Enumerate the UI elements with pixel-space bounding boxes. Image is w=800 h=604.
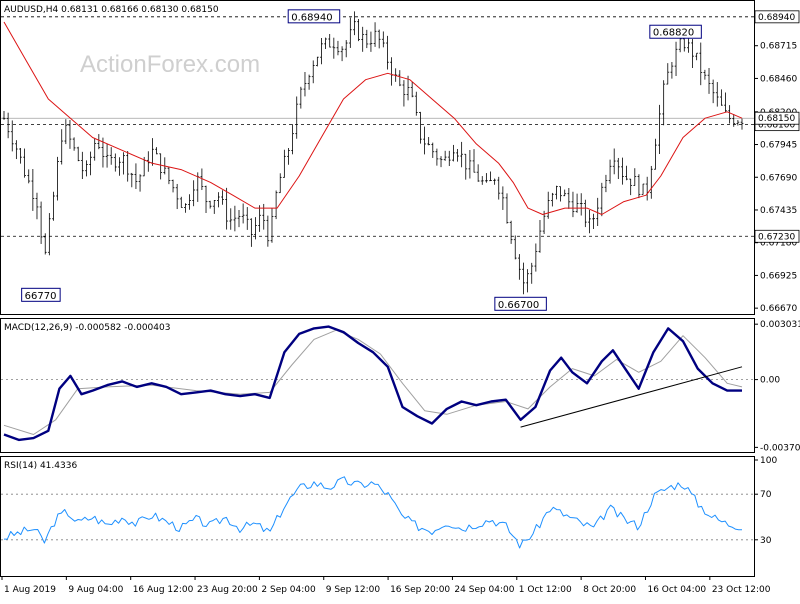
macd-pane-title: MACD(12,26,9) -0.000582 -0.000403 <box>4 323 170 333</box>
level-label: 0.68940 <box>758 13 795 23</box>
x-tick-label: 9 Aug 04:00 <box>68 585 123 595</box>
macd-tick-label: 0.00 <box>760 376 780 386</box>
x-tick-label: 23 Aug 20:00 <box>197 585 258 595</box>
price-pane-frame <box>0 0 755 315</box>
price-tick-label: 0.68715 <box>760 42 797 52</box>
price-tick-label: 0.67690 <box>760 173 797 183</box>
current-price-label: 0.68150 <box>758 114 795 124</box>
macd-tick-label: -0.003706 <box>760 443 800 453</box>
rsi-y-axis: 100 70 30 <box>754 456 777 546</box>
macd-lines <box>1 325 754 442</box>
price-tick-label: 0.67945 <box>760 141 797 151</box>
x-tick-label: 24 Sep 04:00 <box>454 585 514 595</box>
price-levels <box>1 16 754 237</box>
rsi-tick-label: 30 <box>760 536 772 546</box>
price-y-axis: 0.689400.687150.684600.682000.679450.676… <box>754 10 800 314</box>
chart-canvas: ActionForex.com 0.68940 0.68715 0.68460 0.6… <box>0 0 800 595</box>
macd-y-axis: 0.003031 0.00 -0.003706 <box>754 320 800 453</box>
price-tick-label: 0.66670 <box>760 304 797 314</box>
x-tick-label: 16 Oct 04:00 <box>647 585 706 595</box>
x-tick-label: 2 Sep 04:00 <box>261 585 316 595</box>
macd-main-line <box>3 325 742 442</box>
rsi-tick-label: 70 <box>760 490 772 500</box>
callout-label: 0.68940 <box>291 12 332 23</box>
rsi-line <box>4 476 742 549</box>
x-tick-label: 23 Oct 12:00 <box>712 585 771 595</box>
x-axis: 1 Aug 2019 9 Aug 04:00 16 Aug 12:00 23 Aug … <box>1 576 771 595</box>
x-tick-label: 8 Oct 20:00 <box>583 585 636 595</box>
price-tick-label: 0.68460 <box>760 74 797 84</box>
macd-pane-frame <box>0 318 755 453</box>
x-tick-label: 16 Sep 20:00 <box>390 585 450 595</box>
callout-label: 66770 <box>25 291 57 302</box>
rsi-lines <box>1 476 754 549</box>
forex-chart: ActionForex.com 0.68940 0.68715 0.68460 0.6… <box>0 0 800 600</box>
x-tick-label: 1 Aug 2019 <box>4 585 56 595</box>
macd-tick-label: 0.003031 <box>760 320 800 330</box>
callout-label: 0.68820 <box>653 28 694 39</box>
rsi-pane-frame <box>0 456 755 577</box>
level-label: 0.67230 <box>758 232 795 242</box>
price-pane-title: AUDUSD,H4 0.68131 0.68166 0.68130 0.6815… <box>4 5 219 15</box>
x-tick-label: 16 Aug 12:00 <box>133 585 194 595</box>
callout-label: 0.66700 <box>498 300 539 311</box>
price-tick-label: 0.67435 <box>760 206 797 216</box>
x-tick-label: 9 Sep 12:00 <box>326 585 381 595</box>
rsi-tick-label: 100 <box>760 456 777 466</box>
x-tick-label: 1 Oct 12:00 <box>519 585 572 595</box>
rsi-pane-title: RSI(14) 41.4336 <box>4 461 77 471</box>
price-tick-label: 0.66925 <box>760 271 797 281</box>
watermark: ActionForex.com <box>80 51 260 78</box>
